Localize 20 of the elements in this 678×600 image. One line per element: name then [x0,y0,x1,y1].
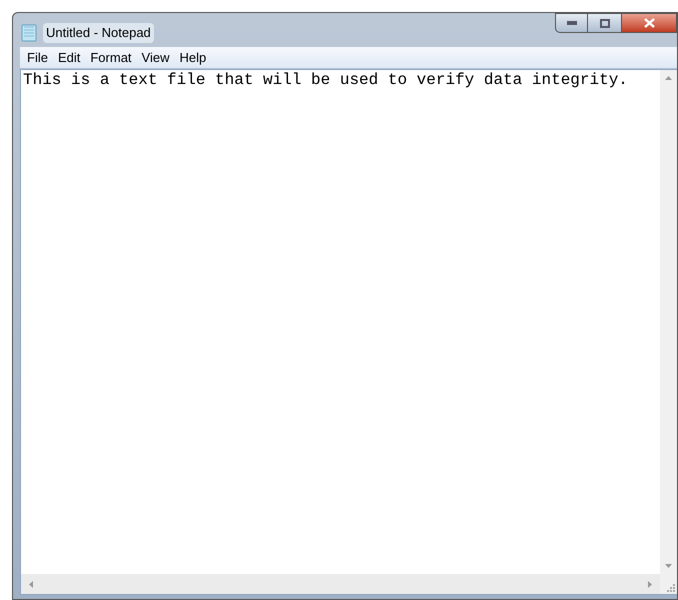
scroll-up-icon [665,76,672,80]
menu-item[interactable]: Format [85,48,137,68]
minimize-button[interactable] [555,13,588,33]
close-button[interactable] [621,13,677,33]
scroll-right-icon [648,580,652,588]
resize-grip-icon[interactable] [667,584,675,592]
scroll-left-icon [29,580,33,588]
menu-item[interactable]: Help [174,48,212,68]
menu-item[interactable]: View [136,48,174,68]
horizontal-scrollbar[interactable] [21,574,660,594]
notepad-icon [21,24,37,42]
scroll-down-icon [665,564,672,568]
menu-item[interactable]: Edit [52,48,86,68]
vertical-scrollbar[interactable] [660,70,677,574]
window-title: Untitled - Notepad [43,23,154,42]
minimize-icon [566,21,576,25]
menu-item[interactable]: File [22,48,53,68]
close-icon [644,18,654,28]
maximize-button[interactable] [588,13,621,33]
maximize-icon [600,18,610,28]
